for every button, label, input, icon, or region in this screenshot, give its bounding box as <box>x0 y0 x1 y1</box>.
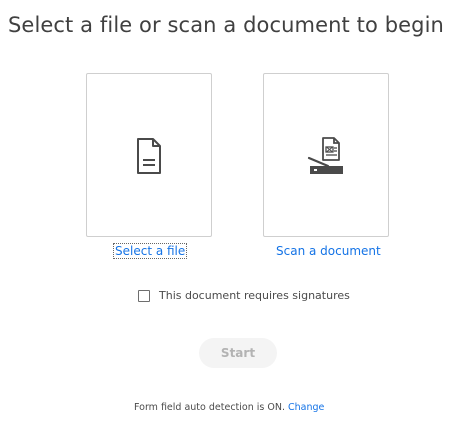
form-detection-status: Form field auto detection is ON. Change <box>134 402 324 413</box>
select-file-link[interactable]: Select a file <box>112 243 188 259</box>
signatures-checkbox[interactable] <box>138 289 150 302</box>
select-file-tile[interactable] <box>86 73 212 237</box>
form-detection-text: Form field auto detection is ON. <box>134 402 285 413</box>
scanner-icon <box>264 136 388 176</box>
start-button[interactable]: Start <box>199 338 277 368</box>
signatures-option: This document requires signatures <box>138 289 350 302</box>
document-icon <box>87 136 211 176</box>
signatures-label: This document requires signatures <box>159 289 350 302</box>
page-title: Select a file or scan a document to begi… <box>8 13 444 37</box>
change-link[interactable]: Change <box>288 402 324 413</box>
scan-document-tile[interactable] <box>263 73 389 237</box>
scan-document-link[interactable]: Scan a document <box>276 244 381 258</box>
